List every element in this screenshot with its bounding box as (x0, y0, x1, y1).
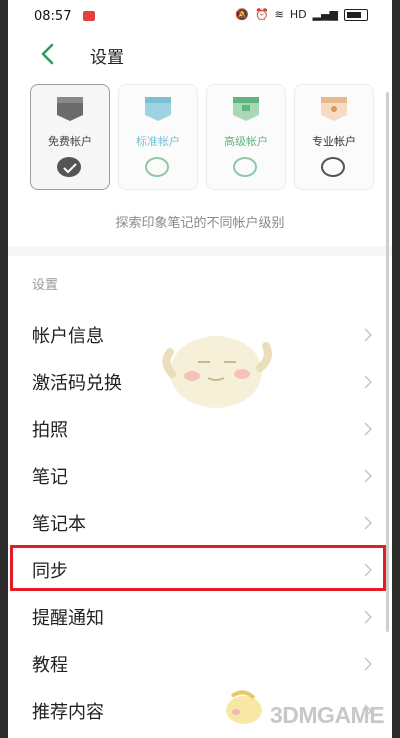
radio-circle-icon (145, 157, 169, 177)
explore-plans-text[interactable]: 探索印象笔记的不同帐户级别 (8, 212, 392, 231)
watermark-text: 3DMGAME (270, 702, 385, 728)
plan-label: 标准帐户 (136, 135, 180, 148)
premium-plan-icon (233, 97, 259, 121)
back-arrow-icon[interactable] (34, 40, 62, 68)
radio-circle-icon (321, 157, 345, 177)
menu-item-notebooks[interactable]: 笔记本 (8, 500, 392, 547)
menu-item-reminders[interactable]: 提醒通知 (8, 594, 392, 641)
menu-item-label: 笔记本 (32, 514, 86, 535)
chevron-right-icon (364, 516, 372, 530)
menu-item-label: 教程 (32, 655, 68, 676)
watermark-mascot-icon (226, 690, 262, 724)
menu-item-label: 推荐内容 (32, 702, 104, 723)
menu-item-tutorial[interactable]: 教程 (8, 641, 392, 688)
radio-circle-icon (233, 157, 257, 177)
chevron-right-icon (364, 328, 372, 342)
menu-item-label: 激活码兑换 (32, 373, 122, 394)
chevron-right-icon (364, 657, 372, 671)
plan-label: 免费帐户 (48, 135, 92, 148)
status-bar: 08:57 🔕 ⏰ ≋ HD ▂▄▆ (8, 0, 392, 34)
wifi-icon: ≋ (274, 8, 284, 21)
section-header: 设置 (32, 278, 59, 293)
page-title: 设置 (90, 48, 124, 68)
chevron-right-icon (364, 469, 372, 483)
watermark: 3DMGAME (222, 684, 392, 734)
plan-card-pro[interactable]: 专业帐户 (294, 84, 374, 190)
phone-screen: 08:57 🔕 ⏰ ≋ HD ▂▄▆ 设置 免费帐户 标准帐户 高级帐户 专业帐… (8, 0, 392, 738)
network-type: HD (289, 8, 307, 21)
status-icons: 🔕 ⏰ ≋ HD ▂▄▆ (235, 8, 368, 21)
menu-item-notes[interactable]: 笔记 (8, 453, 392, 500)
plan-cards: 免费帐户 标准帐户 高级帐户 专业帐户 (30, 84, 374, 192)
menu-item-sync[interactable]: 同步 (8, 545, 392, 594)
plan-label: 高级帐户 (224, 135, 268, 148)
section-divider (8, 246, 392, 256)
menu-item-label: 拍照 (32, 420, 68, 441)
record-indicator-icon (83, 11, 95, 21)
free-plan-icon (57, 97, 83, 121)
pro-plan-icon (321, 97, 347, 121)
battery-icon (344, 8, 368, 21)
status-time: 08:57 (34, 9, 72, 24)
scrollbar[interactable] (386, 92, 389, 632)
chevron-right-icon (364, 563, 372, 577)
chevron-right-icon (364, 422, 372, 436)
signal-icon: ▂▄▆ (312, 8, 338, 21)
menu-item-label: 笔记 (32, 467, 68, 488)
chevron-right-icon (364, 375, 372, 389)
title-bar: 设置 (8, 34, 392, 76)
mascot-sticker-icon (162, 336, 272, 408)
alarm-icon: ⏰ (254, 8, 269, 21)
menu-item-label: 提醒通知 (32, 608, 104, 629)
chevron-right-icon (364, 610, 372, 624)
selected-check-icon (57, 157, 81, 177)
menu-item-label: 帐户信息 (32, 326, 104, 347)
mute-icon: 🔕 (235, 8, 249, 21)
plan-card-standard[interactable]: 标准帐户 (118, 84, 198, 190)
plan-label: 专业帐户 (312, 135, 356, 148)
plan-card-premium[interactable]: 高级帐户 (206, 84, 286, 190)
menu-item-label: 同步 (32, 561, 68, 582)
standard-plan-icon (145, 97, 171, 121)
plan-card-free[interactable]: 免费帐户 (30, 84, 110, 190)
